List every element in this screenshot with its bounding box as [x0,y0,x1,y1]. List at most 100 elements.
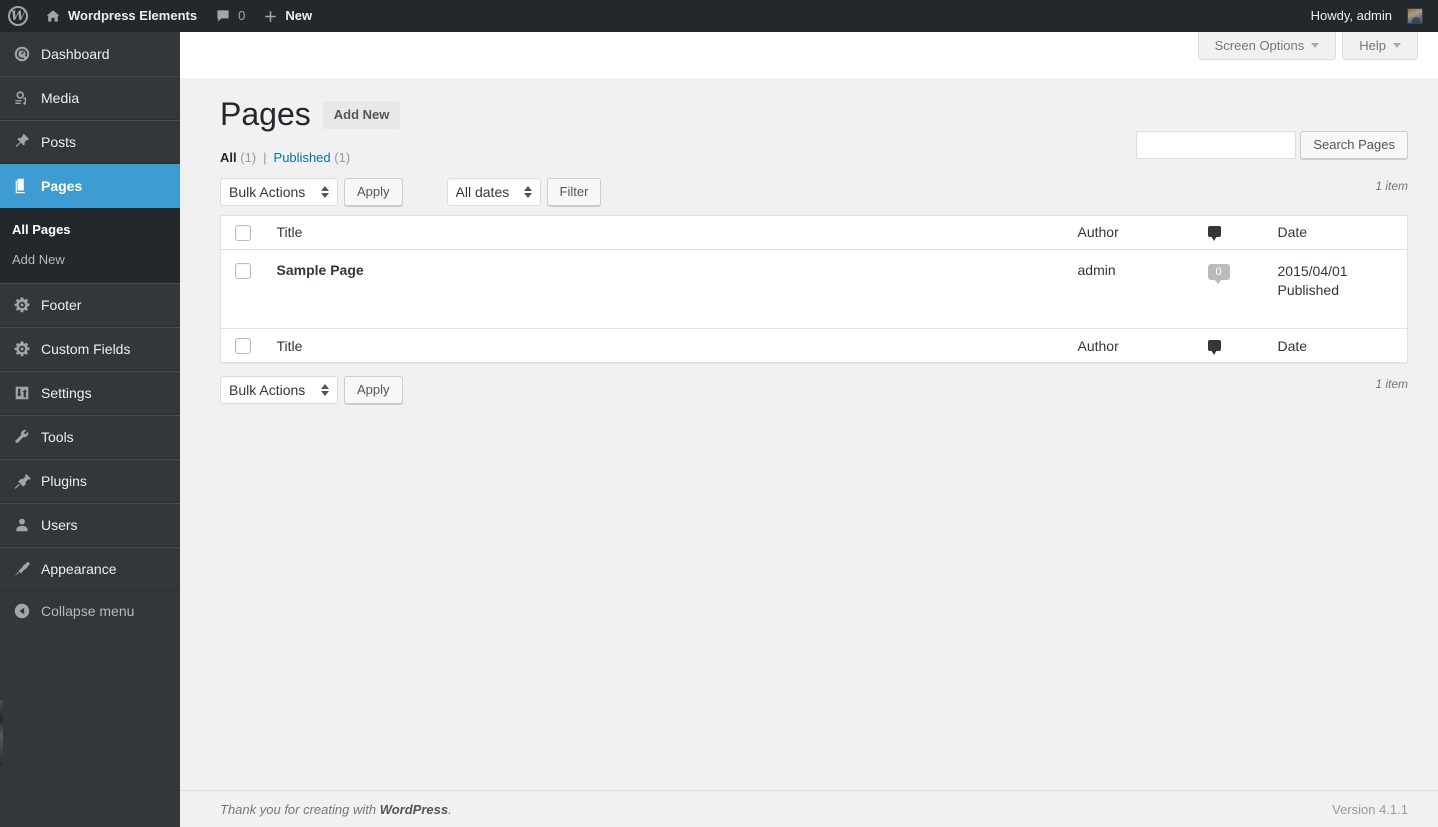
comments-count: 0 [238,8,246,23]
sidebar-item-footer[interactable]: Footer [0,283,180,327]
sidebar-item-label: Tools [41,429,74,445]
gear-icon [12,339,32,359]
date-filter-select[interactable]: All dates [446,177,541,206]
home-icon [45,8,61,24]
help-label: Help [1359,38,1386,53]
add-new-button[interactable]: Add New [322,100,401,129]
sidebar-item-tools[interactable]: Tools [0,415,180,459]
sidebar-item-users[interactable]: Users [0,503,180,547]
table-head: Title Author Date [220,215,1408,250]
row-title-link[interactable]: Sample Page [277,262,364,278]
posts-pin-icon [12,132,32,152]
sidebar-item-dashboard[interactable]: Dashboard [0,32,180,76]
comments-menu[interactable]: 0 [206,0,254,32]
row-comment-count-bubble[interactable]: 0 [1207,263,1230,284]
sidebar-item-settings[interactable]: Settings [0,371,180,415]
page-content: Pages Add New All (1) | Published (1) Bu… [180,78,1438,405]
view-all: All (1) [220,150,256,165]
my-account-menu[interactable]: Howdy, admin [1302,0,1432,32]
main-content-area: Screen Options Help Pages Add New All (1… [180,32,1438,827]
plus-icon [263,9,278,24]
pages-icon [12,176,32,196]
screen-meta-links: Screen Options Help [1197,32,1418,60]
help-button[interactable]: Help [1342,32,1418,60]
wordpress-logo-menu[interactable]: W [0,0,36,32]
column-header-date[interactable]: Date [1267,215,1408,250]
column-footer-title[interactable]: Title [266,327,1068,363]
bulk-actions-select-bottom[interactable]: Bulk Actions [220,376,338,405]
search-input[interactable] [1136,130,1297,159]
new-content-menu[interactable]: New [254,0,321,32]
site-name-label: Wordpress Elements [68,8,198,23]
screen-meta-strip: Screen Options Help [180,32,1438,78]
sidebar-item-label: Custom Fields [41,341,131,357]
select-all-checkbox-footer[interactable] [235,338,251,355]
footer-thanks-prefix: Thank you for creating with [220,801,380,817]
wrench-icon [12,427,32,447]
row-comments-cell: 0 [1198,249,1268,328]
row-checkbox[interactable] [235,263,251,280]
table-foot: Title Author Date [220,327,1408,363]
user-icon [12,515,32,535]
column-footer-date[interactable]: Date [1267,327,1408,363]
page-title: Pages [220,96,311,132]
gear-icon [12,295,32,315]
sidebar-item-appearance[interactable]: Appearance [0,547,180,591]
collapse-menu-button[interactable]: Collapse menu [0,591,180,631]
column-footer-comments[interactable] [1197,327,1268,363]
sidebar-item-label: Media [41,90,80,106]
sidebar-scrollbar[interactable] [0,700,3,766]
select-all-checkbox[interactable] [235,224,251,241]
filter-button[interactable]: Filter [546,177,602,206]
column-header-comments[interactable] [1197,215,1268,250]
sidebar-item-custom-fields[interactable]: Custom Fields [0,327,180,371]
sidebar-item-label: Appearance [41,561,117,577]
paintbrush-icon [12,559,32,579]
screen-options-label: Screen Options [1214,38,1305,53]
bulk-actions-group-top: Bulk Actions Apply All dates Filter [220,177,602,206]
displaying-num-bottom: 1 item [1375,377,1408,392]
view-all-count: (1) [240,149,257,165]
view-published-link[interactable]: Published [274,150,331,165]
comments-bubble-icon [1207,339,1221,355]
row-title-cell: Sample Page [267,249,1068,328]
wordpress-link[interactable]: WordPress [380,802,448,817]
media-icon [12,88,32,108]
avatar [1407,8,1423,24]
apply-button-bottom[interactable]: Apply [344,376,403,405]
sidebar-item-media[interactable]: Media [0,76,180,120]
sidebar-item-label: Posts [41,134,77,150]
screen-options-button[interactable]: Screen Options [1197,32,1337,60]
pages-list-table: Title Author Date Sample Page admin 0 20… [220,214,1408,364]
displaying-num-top: 1 item [1375,178,1408,193]
view-published: Published (1) [274,150,351,165]
pages-submenu: All Pages Add New [0,208,180,283]
sidebar-item-plugins[interactable]: Plugins [0,459,180,503]
apply-button-top[interactable]: Apply [344,177,403,206]
row-author-cell: admin [1068,249,1198,328]
sidebar-item-label: Footer [41,297,82,313]
row-author-link[interactable]: admin [1078,262,1116,278]
view-all-link[interactable]: All [220,150,237,165]
howdy-label: Howdy, admin [1310,8,1392,23]
bulk-actions-select-wrap-bottom: Bulk Actions [220,376,338,405]
footer-version: Version 4.1.1 [1332,801,1408,817]
chevron-down-icon [1311,43,1320,48]
view-published-count: (1) [334,149,351,165]
table-row: Sample Page admin 0 2015/04/01 Published [221,249,1408,328]
row-select-cell [221,249,267,328]
bulk-actions-select-top[interactable]: Bulk Actions [220,177,338,206]
column-header-title[interactable]: Title [266,215,1068,250]
admin-bar: W Wordpress Elements 0 New Howdy, admin [0,0,1438,32]
date-filter-select-wrap: All dates [446,177,541,206]
submenu-item-all-pages[interactable]: All Pages [0,215,180,245]
site-name-menu[interactable]: Wordpress Elements [36,0,206,32]
submenu-item-add-new[interactable]: Add New [0,245,180,275]
comments-bubble-icon [1207,226,1221,242]
page-header: Pages Add New [220,88,1408,136]
sidebar-item-pages[interactable]: Pages [0,164,180,208]
sidebar-item-posts[interactable]: Posts [0,120,180,164]
search-pages-button[interactable]: Search Pages [1300,130,1408,159]
table-header-row: Title Author Date [220,215,1408,250]
column-header-author: Author [1067,215,1198,250]
